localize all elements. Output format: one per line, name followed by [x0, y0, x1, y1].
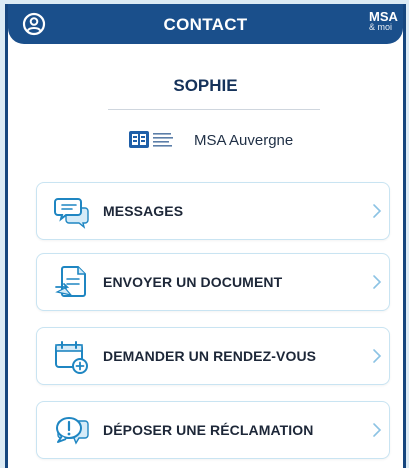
- divider: [108, 109, 320, 110]
- send-document-button[interactable]: ENVOYER UN DOCUMENT: [36, 253, 390, 311]
- complaint-bubble-icon: [53, 413, 91, 449]
- chat-bubbles-icon: [53, 194, 91, 230]
- file-complaint-label: DÉPOSER UNE RÉCLAMATION: [103, 422, 314, 438]
- messages-label: MESSAGES: [103, 203, 184, 219]
- chevron-right-icon: [371, 348, 383, 364]
- page-title: CONTACT: [163, 15, 248, 34]
- contact-name: SOPHIE: [173, 76, 238, 95]
- chevron-right-icon: [371, 203, 383, 219]
- app-screen: CONTACT MSA & moi SOPHIE MSA Auvergne ME…: [0, 0, 409, 468]
- calendar-add-icon: [53, 339, 91, 375]
- request-appointment-button[interactable]: DEMANDER UN RENDEZ-VOUS: [36, 327, 390, 385]
- msa-brand-logo: MSA & moi: [369, 10, 403, 32]
- send-document-label: ENVOYER UN DOCUMENT: [103, 274, 283, 290]
- document-send-icon: [53, 265, 91, 301]
- brand-logo-line2: & moi: [369, 22, 393, 32]
- request-appointment-label: DEMANDER UN RENDEZ-VOUS: [103, 348, 317, 364]
- chevron-right-icon: [371, 422, 383, 438]
- messages-button[interactable]: MESSAGES: [36, 182, 390, 240]
- file-complaint-button[interactable]: DÉPOSER UNE RÉCLAMATION: [36, 401, 390, 459]
- organization-row: MSA Auvergne: [128, 126, 293, 154]
- chevron-right-icon: [371, 274, 383, 290]
- organization-name: MSA Auvergne: [194, 131, 294, 149]
- app-header: CONTACT MSA & moi: [8, 4, 403, 44]
- phone-frame: CONTACT MSA & moi SOPHIE MSA Auvergne ME…: [5, 4, 406, 468]
- msa-logo-icon: [128, 127, 180, 153]
